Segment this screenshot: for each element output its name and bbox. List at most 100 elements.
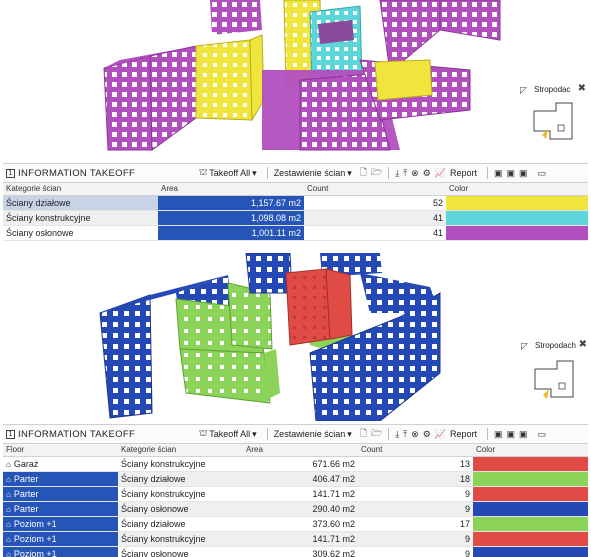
floor-plan-minimap[interactable] — [520, 95, 586, 151]
export-icon[interactable]: ⤓ — [395, 429, 399, 440]
report-button[interactable]: Report — [450, 168, 477, 178]
delete-icon[interactable]: ⊗ — [411, 429, 419, 440]
area-cell: 1,157.67 m2 — [158, 195, 304, 211]
category-cell: Ściany konstrukcyjne — [118, 531, 243, 547]
table-row[interactable]: Ściany konstrukcyjne 1,098.08 m2 41 — [3, 210, 588, 226]
close-icon[interactable]: ✖ — [579, 339, 587, 350]
floor-level-icon: ⌂ — [6, 519, 11, 529]
layout-1-icon[interactable]: ▣ — [494, 168, 503, 179]
category-cell: Ściany osłonowe — [118, 501, 243, 517]
floor-label: Parter — [13, 488, 39, 499]
new-document-icon[interactable]: 🗋 — [360, 165, 367, 181]
column-header[interactable]: Count — [358, 444, 473, 457]
table-row[interactable]: ⌂ Parter Ściany osłonowe 290.40 m2 9 — [3, 501, 588, 517]
color-swatch[interactable] — [473, 531, 588, 547]
table-row[interactable]: Ściany działowe 1,157.67 m2 52 — [3, 195, 588, 211]
takeoff-title: 1 INFORMATION TAKEOFF — [3, 429, 199, 440]
color-swatch[interactable] — [473, 546, 588, 557]
floor-plan-minimap[interactable] — [521, 351, 587, 407]
count-cell: 41 — [304, 225, 446, 241]
top-panel: ◸ Stropodac ✖ 1 INFORMATION TAKEOFF ⛫ Ta… — [0, 0, 591, 247]
schedule-dropdown[interactable]: Zestawienie ścian ▾ — [274, 429, 352, 440]
tree-icon: ⛫ — [199, 167, 208, 177]
column-header[interactable]: Floor — [3, 444, 118, 457]
column-header[interactable]: Area — [158, 183, 304, 196]
color-swatch[interactable] — [446, 210, 588, 226]
delete-icon[interactable]: ⊗ — [411, 168, 419, 179]
table-header: Floor Kategorie ścian Area Count Color — [3, 444, 588, 457]
count-cell: 18 — [358, 471, 473, 487]
color-swatch[interactable] — [446, 225, 588, 241]
navigator-title: Stropodac — [534, 85, 571, 94]
takeoff-all-dropdown[interactable]: ⛫ Takeoff All ▾ — [199, 167, 257, 179]
layout-2-icon[interactable]: ▣ — [507, 429, 516, 440]
table-row[interactable]: Ściany osłonowe 1,001.11 m2 41 — [3, 225, 588, 241]
color-swatch[interactable] — [473, 501, 588, 517]
table-row[interactable]: ⌂ Poziom +1 Ściany działowe 373.60 m2 17 — [3, 516, 588, 532]
chevron-down-icon: ▾ — [252, 167, 257, 178]
takeoff-toolbar: 1 INFORMATION TAKEOFF ⛫ Takeoff All ▾ Ze… — [3, 163, 588, 183]
schedule-dropdown[interactable]: Zestawienie ścian ▾ — [274, 168, 352, 179]
area-cell: 671.66 m2 — [243, 456, 358, 472]
building-model-render — [99, 253, 441, 421]
table-row[interactable]: ⌂ Parter Ściany konstrukcyjne 141.71 m2 9 — [3, 486, 588, 502]
information-takeoff-panel: 1 INFORMATION TAKEOFF ⛫ Takeoff All ▾ Ze… — [3, 163, 588, 241]
floor-navigator[interactable]: ◸ Stropodac ✖ — [520, 83, 586, 151]
layout-2-icon[interactable]: ▣ — [507, 168, 516, 179]
close-icon[interactable]: ✖ — [578, 83, 586, 94]
3d-viewport[interactable]: ◸ Stropodac ✖ — [0, 0, 591, 160]
category-cell: Ściany działowe — [118, 471, 243, 487]
open-folder-icon[interactable]: 🗁 — [371, 426, 382, 442]
color-swatch[interactable] — [473, 516, 588, 532]
floor-label: Parter — [13, 503, 39, 514]
dock-icon[interactable]: ▭ — [538, 429, 547, 440]
settings-icon[interactable]: ⚙ — [423, 429, 431, 440]
floor-cell: ⌂ Poziom +1 — [3, 516, 118, 532]
takeoff-toolbar: 1 INFORMATION TAKEOFF ⛫ Takeoff All ▾ Ze… — [3, 424, 588, 444]
navigator-title: Stropodach — [535, 341, 576, 350]
table-row[interactable]: ⌂ Poziom +1 Ściany konstrukcyjne 141.71 m2 9 — [3, 531, 588, 547]
layout-3-icon[interactable]: ▣ — [519, 429, 528, 440]
import-icon[interactable]: ⤒ — [403, 429, 407, 440]
color-swatch[interactable] — [473, 471, 588, 487]
table-row[interactable]: ⌂ Poziom +1 Ściany osłonowe 309.62 m2 9 — [3, 546, 588, 557]
floor-cell: ⌂ Poziom +1 — [3, 531, 118, 547]
count-cell: 9 — [358, 501, 473, 517]
column-header[interactable]: Kategorie ścian — [118, 444, 243, 457]
color-swatch[interactable] — [473, 486, 588, 502]
floor-label: Parter — [13, 473, 39, 484]
chevron-down-icon: ▾ — [347, 428, 352, 439]
takeoff-all-dropdown[interactable]: ⛫ Takeoff All ▾ — [199, 428, 257, 440]
column-header[interactable]: Area — [243, 444, 358, 457]
information-takeoff-panel: 1 INFORMATION TAKEOFF ⛫ Takeoff All ▾ Ze… — [3, 424, 588, 557]
column-header[interactable]: Color — [446, 183, 588, 196]
area-cell: 1,098.08 m2 — [158, 210, 304, 226]
color-swatch[interactable] — [446, 195, 588, 211]
column-header[interactable]: Color — [473, 444, 588, 457]
floor-label: Garaż — [13, 458, 39, 469]
floor-navigator[interactable]: ◸ Stropodach ✖ — [521, 339, 587, 407]
dock-icon[interactable]: ▭ — [538, 168, 547, 179]
report-icon[interactable]: 📈 — [435, 168, 446, 179]
column-header[interactable]: Kategorie ścian — [3, 183, 158, 196]
floor-level-icon: ⌂ — [6, 534, 11, 544]
new-document-icon[interactable]: 🗋 — [360, 426, 367, 442]
toolbar-divider — [388, 428, 390, 440]
settings-icon[interactable]: ⚙ — [423, 168, 431, 179]
category-cell: Ściany konstrukcyjne — [118, 486, 243, 502]
export-icon[interactable]: ⤓ — [395, 168, 399, 179]
report-icon[interactable]: 📈 — [435, 429, 446, 440]
import-icon[interactable]: ⤒ — [403, 168, 407, 179]
3d-viewport[interactable]: ◸ Stropodach ✖ — [0, 253, 591, 421]
layout-1-icon[interactable]: ▣ — [494, 429, 503, 440]
toolbar-divider — [266, 167, 268, 179]
color-swatch[interactable] — [473, 456, 588, 472]
layout-3-icon[interactable]: ▣ — [519, 168, 528, 179]
table-row[interactable]: ⌂ Garaż Ściany konstrukcyjne 671.66 m2 13 — [3, 456, 588, 472]
table-row[interactable]: ⌂ Parter Ściany działowe 406.47 m2 18 — [3, 471, 588, 487]
category-cell: Ściany działowe — [3, 195, 158, 211]
toolbar-divider — [487, 167, 489, 179]
open-folder-icon[interactable]: 🗁 — [371, 165, 382, 181]
column-header[interactable]: Count — [304, 183, 446, 196]
report-button[interactable]: Report — [450, 429, 477, 439]
